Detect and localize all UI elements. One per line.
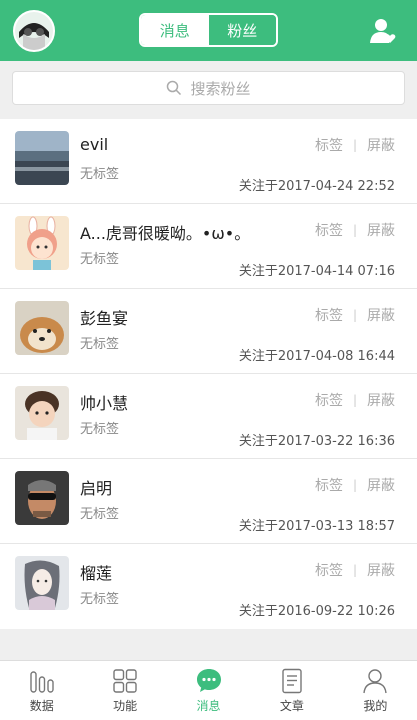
block-button[interactable]: 屏蔽 (367, 390, 395, 410)
fan-row[interactable]: 启明 无标签 标签 | 屏蔽 关注于2017-03-13 18:57 (0, 459, 417, 544)
fan-row[interactable]: A...虎哥很暖呦。•ω•。 无标签 标签 | 屏蔽 关注于2017-04-14… (0, 204, 417, 289)
tab-messages-bottom[interactable]: 消息 (167, 661, 250, 720)
follow-time: 关注于2017-04-24 22:52 (238, 179, 395, 194)
fan-avatar[interactable] (15, 556, 69, 610)
chat-bubble-icon (196, 669, 221, 692)
bar-chart-icon (30, 671, 54, 693)
fan-avatar[interactable] (15, 216, 69, 270)
fan-name: 榴莲 (80, 564, 113, 583)
fan-name: 启明 (80, 479, 113, 498)
follow-time: 关注于2016-09-22 10:26 (238, 604, 395, 619)
tag-button[interactable]: 标签 (315, 390, 343, 410)
tag-button[interactable]: 标签 (315, 305, 343, 325)
fan-tag: 无标签 (80, 592, 120, 607)
tab-fans[interactable]: 粉丝 (208, 15, 276, 45)
search-placeholder: 搜索粉丝 (190, 79, 251, 98)
fan-tag: 无标签 (80, 167, 120, 182)
fan-tag: 无标签 (80, 422, 120, 437)
separator: | (352, 138, 357, 152)
person-icon (363, 669, 388, 694)
block-button[interactable]: 屏蔽 (367, 135, 395, 155)
fan-name: A...虎哥很暖呦。•ω•。 (80, 224, 251, 243)
tag-button[interactable]: 标签 (315, 560, 343, 580)
fan-row[interactable]: 榴莲 无标签 标签 | 屏蔽 关注于2016-09-22 10:26 (0, 544, 417, 629)
fan-row[interactable]: 彭鱼宴 无标签 标签 | 屏蔽 关注于2017-04-08 16:44 (0, 289, 417, 374)
separator: | (352, 308, 357, 322)
fan-actions: 标签 | 屏蔽 (315, 390, 395, 410)
fan-avatar[interactable] (15, 131, 69, 185)
separator: | (352, 478, 357, 492)
bottom-tab-bar: 数据 功能 消息 文章 我的 (0, 660, 417, 720)
tab-label: 我的 (363, 699, 388, 713)
tab-articles[interactable]: 文章 (250, 661, 333, 720)
tab-label: 数据 (29, 699, 54, 713)
tag-button[interactable]: 标签 (315, 220, 343, 240)
fan-row[interactable]: evil 无标签 标签 | 屏蔽 关注于2017-04-24 22:52 (0, 119, 417, 204)
fan-tag: 无标签 (80, 337, 120, 352)
user-heart-icon[interactable] (369, 17, 397, 45)
follow-time: 关注于2017-04-08 16:44 (238, 349, 395, 364)
fan-row[interactable]: 帅小慧 无标签 标签 | 屏蔽 关注于2017-03-22 16:36 (0, 374, 417, 459)
tag-button[interactable]: 标签 (315, 135, 343, 155)
document-icon (282, 668, 302, 694)
tag-button[interactable]: 标签 (315, 475, 343, 495)
search-area: 搜索粉丝 (0, 61, 417, 119)
separator: | (352, 393, 357, 407)
fan-tag: 无标签 (80, 507, 120, 522)
top-bar: 消息 粉丝 (0, 0, 417, 61)
app-root: 消息 粉丝 搜索粉丝 evil 无标签 标签 | 屏蔽 关注于2017-04-2… (0, 0, 417, 720)
fan-actions: 标签 | 屏蔽 (315, 305, 395, 325)
tab-label: 文章 (279, 699, 304, 713)
tab-label: 功能 (113, 699, 138, 713)
my-avatar[interactable] (13, 10, 55, 52)
fan-actions: 标签 | 屏蔽 (315, 475, 395, 495)
block-button[interactable]: 屏蔽 (367, 560, 395, 580)
separator: | (352, 223, 357, 237)
follow-time: 关注于2017-04-14 07:16 (238, 264, 395, 279)
fan-avatar[interactable] (15, 301, 69, 355)
tab-messages[interactable]: 消息 (141, 15, 209, 45)
fan-actions: 标签 | 屏蔽 (315, 220, 395, 240)
tab-me[interactable]: 我的 (334, 661, 417, 720)
fan-actions: 标签 | 屏蔽 (315, 135, 395, 155)
fan-list: evil 无标签 标签 | 屏蔽 关注于2017-04-24 22:52 A..… (0, 119, 417, 629)
search-input[interactable]: 搜索粉丝 (12, 71, 405, 105)
block-button[interactable]: 屏蔽 (367, 220, 395, 240)
follow-time: 关注于2017-03-13 18:57 (238, 519, 395, 534)
block-button[interactable]: 屏蔽 (367, 475, 395, 495)
fan-avatar[interactable] (15, 386, 69, 440)
fan-avatar[interactable] (15, 471, 69, 525)
tab-functions[interactable]: 功能 (83, 661, 166, 720)
tab-data[interactable]: 数据 (0, 661, 83, 720)
grid-icon (113, 669, 137, 693)
header-segmented-control: 消息 粉丝 (139, 13, 278, 47)
fan-tag: 无标签 (80, 252, 120, 267)
block-button[interactable]: 屏蔽 (367, 305, 395, 325)
fan-name: 彭鱼宴 (80, 309, 129, 328)
separator: | (352, 563, 357, 577)
follow-time: 关注于2017-03-22 16:36 (238, 434, 395, 449)
tab-label: 消息 (196, 699, 221, 713)
fan-name: 帅小慧 (80, 394, 129, 413)
fan-name: evil (80, 135, 109, 154)
search-icon (167, 80, 182, 96)
fan-actions: 标签 | 屏蔽 (315, 560, 395, 580)
